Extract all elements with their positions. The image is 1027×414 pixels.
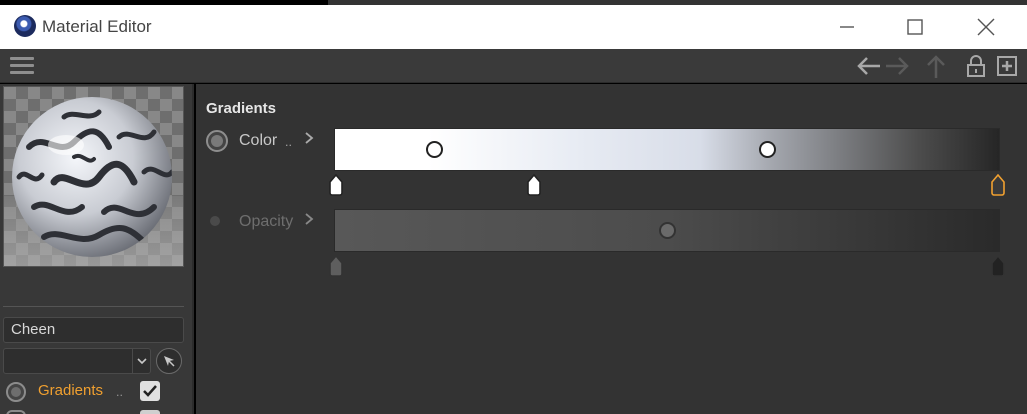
menu-icon[interactable] [10,57,34,75]
minimize-icon [840,26,854,28]
up-arrow-icon [927,55,945,78]
color-gradient-bar[interactable] [334,128,1000,171]
section-title: Gradients [206,100,277,117]
back-arrow-icon [857,57,880,75]
material-filter-dropdown[interactable] [3,348,151,374]
color-animate-radio[interactable] [206,130,228,152]
window-title: Material Editor [42,17,152,36]
channel-label: Gradients [38,382,104,399]
toolbar [0,49,1027,83]
cinema4d-logo-icon [14,15,36,37]
back-button[interactable] [855,53,883,79]
gradient-stop-marker[interactable] [526,174,542,196]
channel-radio-partial[interactable] [6,410,26,414]
up-button[interactable] [922,53,950,79]
material-sphere [12,97,172,257]
lock-button[interactable] [962,53,990,79]
attributes-panel: Gradients Color .. Opacity [196,84,1027,414]
opacity-gradient-bar[interactable] [334,209,1000,252]
material-name-field[interactable]: Cheen [3,317,184,343]
channel-radio[interactable] [6,382,26,402]
channel-enable-checkbox[interactable] [140,381,160,401]
param-row-color: Color .. [196,128,1027,203]
close-icon [977,18,995,36]
forward-button[interactable] [883,53,911,79]
opacity-animate-dot[interactable] [210,216,220,226]
gradient-stop-marker[interactable] [990,174,1006,196]
close-button[interactable] [951,5,1021,49]
color-label: Color [239,132,278,149]
param-row-opacity: Opacity [196,209,1027,284]
material-preview[interactable] [3,86,184,267]
material-list-panel: Cheen Gradients .. [0,84,194,414]
minimize-button[interactable] [812,5,882,49]
interpolation-knob[interactable] [425,141,443,158]
title-bar[interactable]: Material Editor [0,5,1027,49]
channel-dots: .. [116,386,123,399]
opacity-label: Opacity [239,213,294,230]
pick-material-button[interactable] [156,348,182,374]
interpolation-knob[interactable] [659,222,676,239]
channel-checkbox-partial[interactable] [140,410,160,414]
new-window-icon [997,56,1017,76]
cursor-arrow-icon [164,356,175,367]
panel-divider [3,306,184,307]
chevron-right-icon[interactable] [303,131,315,145]
chevron-down-icon [136,358,147,365]
maximize-button[interactable] [880,5,950,49]
dropdown-toggle[interactable] [132,349,150,373]
interpolation-knob[interactable] [758,141,776,158]
gradient-stop-marker[interactable] [328,174,344,196]
new-window-button[interactable] [993,53,1021,79]
gradient-stop-marker[interactable] [328,255,344,277]
maximize-icon [907,19,923,35]
checkmark-icon [143,385,157,397]
chevron-right-icon[interactable] [303,212,315,226]
lock-icon [967,55,985,77]
forward-arrow-icon [886,57,909,75]
channel-item-gradients[interactable]: Gradients .. [3,380,188,404]
gradient-stop-marker[interactable] [990,255,1006,277]
color-label-dots: .. [285,136,292,149]
